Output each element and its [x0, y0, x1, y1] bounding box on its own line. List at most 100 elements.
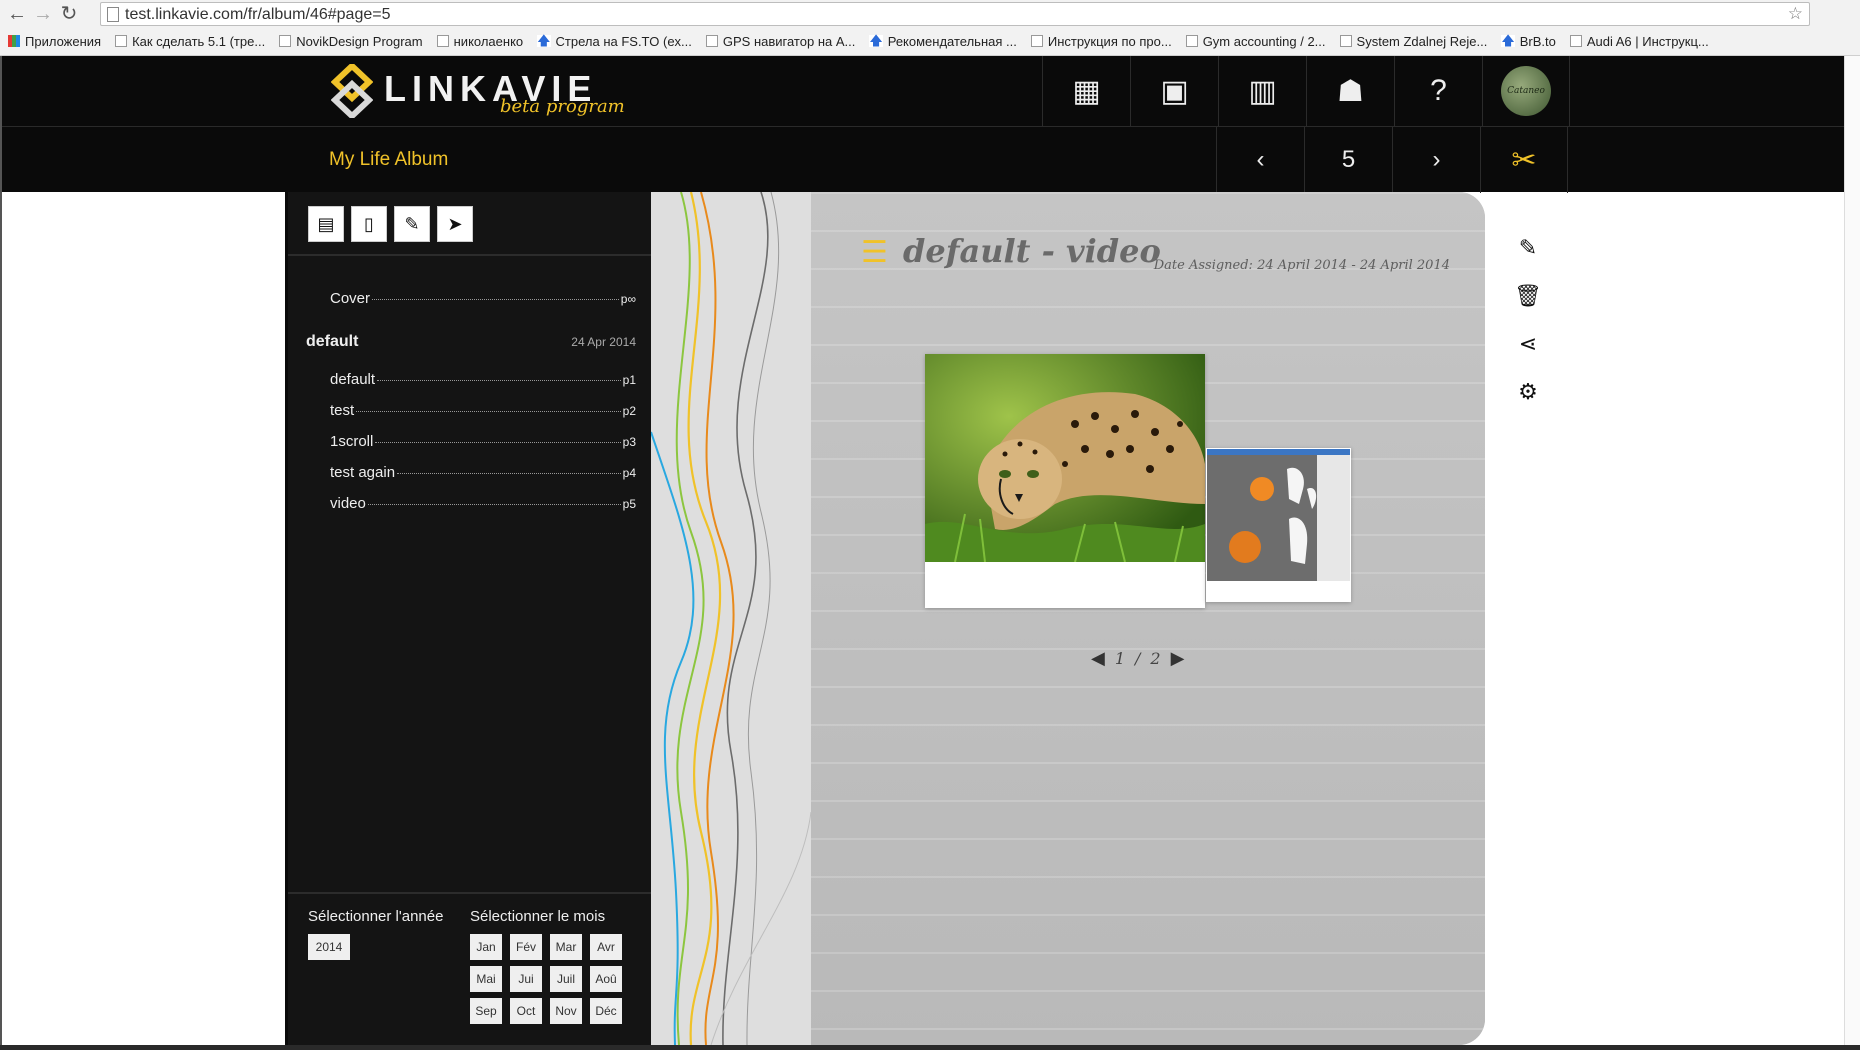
month-chip[interactable]: Déc — [590, 998, 622, 1024]
month-chip[interactable]: Oct — [510, 998, 542, 1024]
new-page-button[interactable]: ▯ — [351, 206, 387, 242]
left-edge — [0, 56, 2, 1050]
top-navigation: ▦ ▣ ▥ ☗? Cataneo — [1042, 56, 1570, 126]
toc-item[interactable]: 1scroll p3 — [306, 433, 636, 464]
back-icon[interactable]: ← — [6, 3, 28, 25]
add-page-icon: ▤ — [317, 213, 335, 234]
bookmark-item[interactable]: николаенко — [436, 33, 524, 49]
bookmark-item[interactable]: 🡅 Рекомендательная ... — [869, 34, 1017, 49]
tools-icon: ✂ — [1511, 143, 1537, 177]
share-icon[interactable]: ⋖ — [1515, 331, 1541, 356]
delete-icon[interactable]: 🗑 — [1514, 283, 1542, 308]
nav-timeline-grid[interactable]: ▥ — [1218, 56, 1306, 126]
bookmark-item[interactable]: Gym accounting / 2... — [1185, 34, 1326, 49]
toc-item-page: p2 — [622, 404, 636, 418]
year-chip[interactable]: 2014 — [308, 934, 350, 960]
bookmark-item[interactable]: Как сделать 5.1 (тре... — [115, 34, 265, 49]
month-chip[interactable]: Jui — [510, 966, 542, 992]
month-chip[interactable]: Jan — [470, 934, 502, 960]
bookmark-label: BrB.to — [1519, 33, 1556, 49]
prev-page-button[interactable]: ‹ — [1216, 127, 1304, 193]
forward-icon[interactable]: → — [32, 3, 54, 25]
arrow-up-icon: 🡅 — [537, 33, 551, 48]
page-actions: ✎ 🗑 ⋖ ⚙ — [1514, 235, 1542, 404]
page-menu-icon[interactable]: ☰ — [861, 238, 888, 268]
toc-item[interactable]: video p5 — [306, 495, 636, 526]
toc-item[interactable]: test p2 — [306, 402, 636, 433]
new-page-icon: ▯ — [364, 213, 374, 234]
bookmark-label: NovikDesign Program — [296, 33, 423, 49]
bookmark-item[interactable]: Инструкция по про... — [1030, 33, 1172, 49]
sidebar-divider — [288, 254, 651, 256]
photo-current: 1 — [1114, 649, 1126, 668]
profile-button[interactable]: Cataneo — [1482, 56, 1570, 126]
add-page-button[interactable]: ▤ — [308, 206, 344, 242]
photo-cheetah[interactable] — [925, 354, 1205, 608]
people-icon: ☗ — [1337, 74, 1364, 108]
toc-group[interactable]: default 24 Apr 2014 — [306, 333, 636, 351]
toc-group-date: 24 Apr 2014 — [571, 335, 636, 349]
month-chip[interactable]: Juil — [550, 966, 582, 992]
help-icon: ? — [1430, 74, 1447, 107]
year-filter-label: Sélectionner l'année — [308, 908, 444, 925]
month-chip[interactable]: Mai — [470, 966, 502, 992]
toc-item-label: 1scroll — [330, 433, 374, 450]
page-title: default - video — [903, 232, 1161, 270]
toc-item-page: p5 — [622, 497, 636, 511]
page-icon — [1185, 35, 1198, 47]
month-chip[interactable]: Mar — [550, 934, 582, 960]
apps-icon — [8, 35, 20, 47]
nav-calendar[interactable]: ▦ — [1042, 56, 1130, 126]
month-chip[interactable]: Sep — [470, 998, 502, 1024]
month-chip[interactable]: Avr — [590, 934, 622, 960]
logo-mark-icon[interactable] — [331, 64, 373, 118]
toc-item[interactable]: default p1 — [306, 371, 636, 402]
month-chip[interactable]: Aoû — [590, 966, 622, 992]
table-of-contents: Cover p∞ default 24 Apr 2014 default p1 te… — [306, 290, 636, 526]
settings-gear-icon[interactable]: ⚙ — [1515, 379, 1541, 404]
bookmark-label: николаенко — [453, 33, 524, 49]
edit-button[interactable]: ✎ — [394, 206, 430, 242]
address-bar[interactable]: test.linkavie.com/fr/album/46#page=5 ☆ — [100, 2, 1810, 26]
bookmark-item[interactable]: GPS навигатор на A... — [705, 33, 856, 49]
page-date-assigned: Date Assigned: 24 April 2014 - 24 April … — [1153, 258, 1450, 273]
bookmark-item[interactable]: Audi A6 | Инструкц... — [1569, 33, 1709, 49]
edit-page-icon[interactable]: ✎ — [1515, 235, 1541, 260]
tools-button[interactable]: ✂ — [1480, 127, 1568, 193]
nav-people[interactable]: ☗ — [1306, 56, 1394, 126]
toc-cover[interactable]: Cover p∞ — [306, 290, 636, 321]
toc-item[interactable]: test again p4 — [306, 464, 636, 495]
page-wood-background — [811, 192, 1485, 1045]
bookmark-label: Audi A6 | Инструкц... — [1586, 33, 1709, 49]
bookmark-item[interactable]: 🡅 Стрела на FS.TO (ex... — [537, 34, 692, 49]
photo-screenshot[interactable] — [1206, 448, 1351, 602]
address-url[interactable]: test.linkavie.com/fr/album/46#page=5 — [125, 6, 390, 24]
toc-leader — [377, 380, 621, 381]
next-page-button[interactable]: › — [1392, 127, 1480, 193]
month-chip[interactable]: Nov — [550, 998, 582, 1024]
month-chip[interactable]: Fév — [510, 934, 542, 960]
reload-icon[interactable]: ↻ — [58, 3, 80, 25]
page-icon — [1569, 35, 1582, 47]
bookmark-item[interactable]: System Zdalnej Reje... — [1339, 34, 1487, 49]
bookmark-label: Инструкция по про... — [1047, 33, 1172, 49]
bookmark-label: GPS навигатор на A... — [722, 33, 856, 49]
nav-help[interactable]: ? — [1394, 56, 1482, 126]
bookmark-star-icon[interactable]: ☆ — [1788, 4, 1803, 24]
album-title: My Life Album — [329, 149, 449, 170]
photo-next-icon[interactable]: ▶ — [1171, 648, 1185, 669]
nav-album[interactable]: ▣ — [1130, 56, 1218, 126]
toc-items: default p1 test p2 1scroll p3 test again p4 vide… — [306, 371, 636, 526]
toc-cover-page: p∞ — [620, 292, 636, 306]
bookmark-item[interactable]: 🡅 BrB.to — [1501, 34, 1556, 49]
bookmark-item[interactable]: Приложения — [8, 34, 101, 49]
page-icon — [115, 35, 128, 47]
page-scrollbar[interactable] — [1844, 56, 1860, 1050]
bookmark-item[interactable]: NovikDesign Program — [279, 33, 423, 49]
page-icon — [107, 7, 119, 22]
halloween-screenshot-image — [1207, 449, 1350, 581]
bookmarks-bar: Приложения Как сделать 5.1 (тре... NovikDe… — [8, 31, 1709, 51]
photo-prev-icon[interactable]: ◀ — [1091, 648, 1105, 669]
bottom-bar — [0, 1045, 1860, 1050]
pointer-button[interactable]: ➤ — [437, 206, 473, 242]
